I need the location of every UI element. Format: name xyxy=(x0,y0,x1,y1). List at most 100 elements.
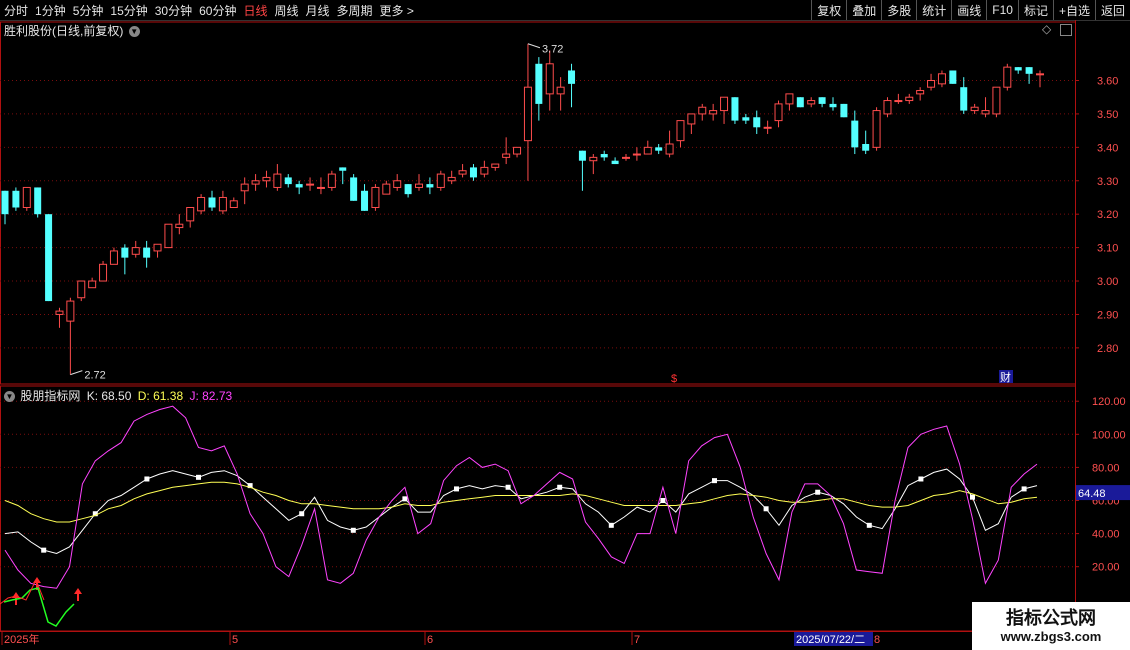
candle-body xyxy=(327,173,336,188)
candle-body xyxy=(66,300,75,322)
candle-body xyxy=(175,223,184,229)
j-value: J: 82.73 xyxy=(189,389,233,403)
candle-body xyxy=(568,70,576,84)
candle-body xyxy=(785,93,794,105)
low-price-label: 2.72 xyxy=(84,370,105,382)
candle-body xyxy=(22,186,31,208)
date-label: 2025年 xyxy=(4,632,39,646)
candle-body xyxy=(197,196,206,212)
event-marker-s: $ xyxy=(671,373,677,385)
candle-body xyxy=(316,186,325,189)
date-label: 5 xyxy=(232,634,238,646)
candle-body xyxy=(143,247,151,258)
candle-body xyxy=(186,207,195,222)
chart-canvas[interactable]: 3.60 3.50 3.40 3.30 3.20 3.10 3.00 2.90 2.80 3.72… xyxy=(0,0,1130,650)
candle-body xyxy=(284,177,292,185)
stock-title: 胜利股份(日线,前复权) xyxy=(4,24,124,38)
chevron-down-icon[interactable]: ▼ xyxy=(128,26,140,38)
candle-body xyxy=(1,190,9,215)
indicator-tick-label: 120.00 xyxy=(1092,396,1126,408)
candle-body xyxy=(818,97,826,104)
candle-body xyxy=(774,103,783,122)
candle-body xyxy=(1003,66,1012,88)
candle-body xyxy=(371,186,380,208)
k-point xyxy=(505,484,511,490)
candle-body xyxy=(404,184,412,195)
candle-body xyxy=(1014,67,1022,71)
candle-body xyxy=(643,146,652,155)
candle-body xyxy=(937,73,946,85)
candle-body xyxy=(676,120,685,142)
candle-body xyxy=(251,180,260,185)
candle-body xyxy=(1036,73,1044,76)
candle-body xyxy=(55,310,64,315)
candle-body xyxy=(306,183,315,186)
candle-body xyxy=(655,147,663,151)
candle-body xyxy=(88,280,97,289)
k-point xyxy=(402,496,408,502)
indicator-tick-label: 20.00 xyxy=(1092,562,1120,574)
candle-body xyxy=(992,86,1001,115)
k-point xyxy=(144,476,150,482)
candle-body xyxy=(862,144,870,151)
d-value: D: 61.38 xyxy=(137,389,184,403)
candle-body xyxy=(872,110,881,148)
indicator-name: 股朋指标网 xyxy=(20,389,81,403)
candle-body xyxy=(753,117,761,128)
price-tick-label: 3.60 xyxy=(1097,76,1118,88)
candle-body xyxy=(545,63,554,95)
k-point xyxy=(866,522,872,528)
signal-line xyxy=(3,587,75,627)
date-label: 7 xyxy=(634,634,640,646)
gear-icon[interactable]: ▼ xyxy=(4,391,15,403)
candle-body xyxy=(240,183,249,192)
candle-body xyxy=(350,177,358,201)
candle-body xyxy=(829,103,837,108)
buy-arrow-icon xyxy=(74,588,82,601)
candle-body xyxy=(109,250,118,265)
candle-body xyxy=(556,86,565,95)
candle-body xyxy=(981,110,990,115)
candle-body xyxy=(1025,67,1033,74)
candle-body xyxy=(742,117,750,121)
low-marker-line xyxy=(70,370,83,376)
watermark: 指标公式网 www.zbgs3.com xyxy=(972,602,1130,650)
k-point xyxy=(918,476,924,482)
candle-body xyxy=(415,183,423,188)
candle-body xyxy=(763,126,772,129)
candle-body xyxy=(121,247,129,258)
candle-body xyxy=(131,247,140,255)
candle-body xyxy=(45,214,53,302)
cursor-date: 2025/07/22/二 xyxy=(796,634,865,646)
candle-body xyxy=(698,106,707,115)
candle-body xyxy=(589,156,598,162)
diamond-icon[interactable]: ◇ xyxy=(1042,22,1051,36)
candle-body xyxy=(458,170,467,175)
candle-body xyxy=(164,223,173,249)
k-point xyxy=(41,547,47,553)
candle-body xyxy=(611,160,619,165)
price-tick-label: 3.50 xyxy=(1097,109,1118,121)
candle-body xyxy=(99,263,108,282)
candle-body xyxy=(720,96,729,112)
k-value: K: 68.50 xyxy=(86,389,132,403)
candle-body xyxy=(295,184,303,188)
finance-marker: 财 xyxy=(1000,370,1011,384)
price-tick-label: 3.20 xyxy=(1097,209,1118,221)
price-tick-label: 3.30 xyxy=(1097,176,1118,188)
candle-body xyxy=(600,154,608,158)
candle-body xyxy=(339,167,347,171)
candle-body xyxy=(578,150,586,161)
k-point xyxy=(454,486,459,492)
k-point xyxy=(815,489,821,495)
candle-body xyxy=(34,187,42,215)
candle-body xyxy=(851,120,859,148)
candle-body xyxy=(77,280,86,299)
candle-body xyxy=(262,176,271,182)
k-point xyxy=(557,484,563,490)
candle-body xyxy=(229,200,238,208)
candle-body xyxy=(796,97,804,108)
k-point xyxy=(712,478,717,484)
indicator-line-K xyxy=(4,468,1038,555)
pane-maximize-icon[interactable] xyxy=(1060,24,1072,36)
